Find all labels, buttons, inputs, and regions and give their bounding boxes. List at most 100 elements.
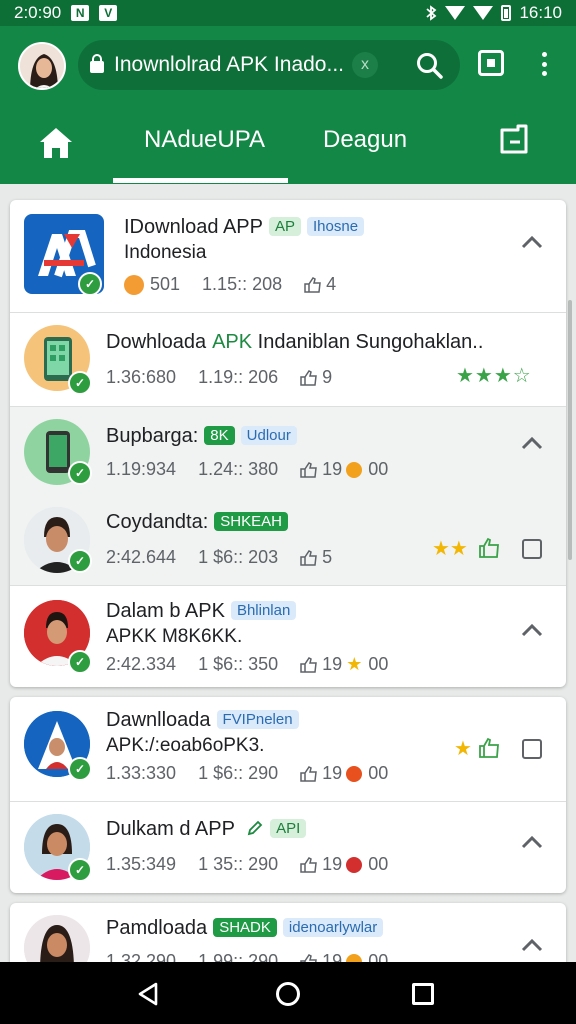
home-icon (40, 128, 72, 158)
item-tag: APK (212, 331, 253, 353)
app-bar: Inownlolrad APK Inado... x NAdueUPA Deag… (0, 26, 576, 184)
verified-badge-icon: ✓ (68, 858, 92, 882)
rating-icons: ★★ (432, 537, 499, 559)
thumb-up-icon (300, 856, 317, 873)
item-title: Dulkam d APP API (106, 818, 307, 841)
item-meta: 1.35:349 1 35:: 290 19 00 (106, 854, 389, 874)
coin-icon (346, 765, 363, 782)
item-subtitle: APKK M8K6KK. (106, 626, 243, 647)
tab-indicator (113, 178, 288, 183)
notification-icon: N (71, 5, 90, 21)
signal-icon (473, 6, 494, 20)
item-meta: 501 1.15:: 208 4 (124, 274, 336, 295)
item-tag: SHKEAH (214, 512, 288, 531)
item-title: Dalam b APK Bhlinlan (106, 600, 297, 623)
item-subtitle: APK:/:eoab6oPK3. (106, 735, 265, 756)
verified-badge-icon: ✓ (78, 272, 102, 296)
status-bar: 2:0:90 N V 16:10 (0, 0, 576, 26)
item-title[interactable]: Coydandta: SHKEAH (106, 511, 288, 534)
tab-nadueupa[interactable]: NAdueUPA (144, 126, 265, 154)
item-tag: SHADK (213, 918, 277, 937)
list-group: ✓ Bupbarga: 8K Udlour 1.19:934 1.24:: 380 … (10, 407, 566, 585)
item-tag: Bhlinlan (230, 601, 297, 620)
verified-badge-icon: ✓ (68, 461, 92, 485)
system-nav-bar (0, 962, 576, 1024)
chevron-up-icon[interactable] (520, 834, 544, 850)
chevron-up-icon[interactable] (520, 435, 544, 451)
star-icon: ★ (346, 654, 363, 674)
verified-badge-icon: ✓ (68, 549, 92, 573)
rating-stars: ★★★☆ (456, 365, 532, 387)
app-list-card: ✓ IDownload APP AP Ihosne Indonesia 501 1.… (10, 200, 566, 687)
svg-text:★★: ★★ (432, 537, 468, 559)
item-tag-2: Ihosne (307, 217, 365, 236)
edit-icon (247, 820, 263, 836)
coin-icon (346, 856, 363, 873)
thumb-up-icon (300, 549, 317, 566)
tab-home[interactable] (30, 122, 82, 166)
app-list-card-2: ✓ Dawnlloada FVIPnelen APK:/:eoab6oPK3. 1… (10, 697, 566, 893)
item-title: Pamdloada SHADK idenoarlywlar (106, 917, 384, 940)
verified-badge-icon: ✓ (68, 757, 92, 781)
item-title: Dawnlloada FVIPnelen (106, 709, 299, 732)
item-title: Dowhloada APK Indaniblan Sungohaklan.. (106, 331, 484, 353)
emoji-icon (124, 274, 144, 295)
item-tag-2: Udlour (240, 426, 297, 445)
item-title: IDownload APP AP Ihosne (124, 216, 365, 239)
select-checkbox[interactable] (522, 539, 542, 559)
item-subtitle: Indonesia (124, 242, 207, 263)
status-time: 2:0:90 (14, 3, 62, 22)
wifi-icon (445, 6, 466, 20)
item-tag: 8K (204, 426, 235, 445)
profile-avatar[interactable] (18, 42, 66, 90)
coin-icon (346, 461, 363, 478)
chevron-up-icon[interactable] (520, 937, 544, 953)
clear-url-icon[interactable]: x (352, 52, 378, 78)
search-icon (417, 53, 443, 79)
url-text: Inownlolrad APK Inado... (114, 53, 344, 76)
item-meta: 2:42.644 1 $6:: 203 5 (106, 547, 333, 567)
thumb-up-icon (304, 276, 321, 293)
more-menu-button[interactable] (536, 48, 552, 80)
select-checkbox[interactable] (522, 739, 542, 759)
tab-deagun[interactable]: Deagun (323, 126, 407, 154)
thumb-up-icon (300, 369, 317, 386)
svg-text:★: ★ (454, 737, 472, 759)
rating-icons: ★ (454, 737, 499, 759)
verified-badge-icon: ✓ (68, 371, 92, 395)
item-title[interactable]: Bupbarga: 8K Udlour (106, 425, 297, 448)
list-item[interactable]: ✓ Dalam b APK Bhlinlan APKK M8K6KK. 2:42.… (10, 586, 566, 687)
bluetooth-icon (426, 5, 437, 21)
back-icon[interactable] (137, 982, 159, 1006)
item-meta: 1.19:934 1.24:: 380 19 00 (106, 459, 389, 479)
list-item[interactable]: ✓ Dowhloada APK Indaniblan Sungohaklan.. … (10, 313, 566, 406)
list-item[interactable]: ✓ Dawnlloada FVIPnelen APK:/:eoab6oPK3. 1… (10, 697, 566, 801)
chevron-up-icon[interactable] (520, 622, 544, 638)
item-meta: 2:42.334 1 $6:: 350 19 ★ 00 (106, 654, 389, 674)
item-meta: 1.36:680 1.19:: 206 9 (106, 367, 333, 387)
item-tag: API (270, 819, 307, 838)
tab-switcher-button[interactable] (478, 50, 504, 76)
item-tag: FVIPnelen (216, 710, 299, 729)
status-clock: 16:10 (519, 3, 562, 22)
notification-icon-2: V (99, 5, 118, 21)
item-meta: 1.33:330 1 $6:: 290 19 00 (106, 763, 389, 783)
home-nav-icon[interactable] (276, 982, 300, 1006)
avatar-image (20, 44, 64, 88)
verified-badge-icon: ✓ (68, 650, 92, 674)
battery-icon (501, 5, 512, 21)
scrollbar[interactable] (568, 300, 572, 560)
thumb-up-icon (300, 461, 317, 478)
item-tag-2: idenoarlywlar (282, 918, 384, 937)
tab-recent[interactable] (496, 122, 532, 158)
list-item[interactable]: ✓ IDownload APP AP Ihosne Indonesia 501 1.… (10, 200, 566, 312)
url-bar[interactable]: Inownlolrad APK Inado... x (78, 40, 460, 90)
thumb-up-icon (300, 656, 317, 673)
lock-icon (90, 54, 104, 73)
recents-nav-icon[interactable] (412, 983, 434, 1005)
chevron-up-icon[interactable] (520, 234, 544, 250)
search-button[interactable] (414, 50, 446, 82)
thumb-up-icon (300, 765, 317, 782)
recent-icon (500, 124, 528, 154)
list-item[interactable]: ✓ Dulkam d APP API 1.35:349 1 35:: 290 1… (10, 802, 566, 893)
